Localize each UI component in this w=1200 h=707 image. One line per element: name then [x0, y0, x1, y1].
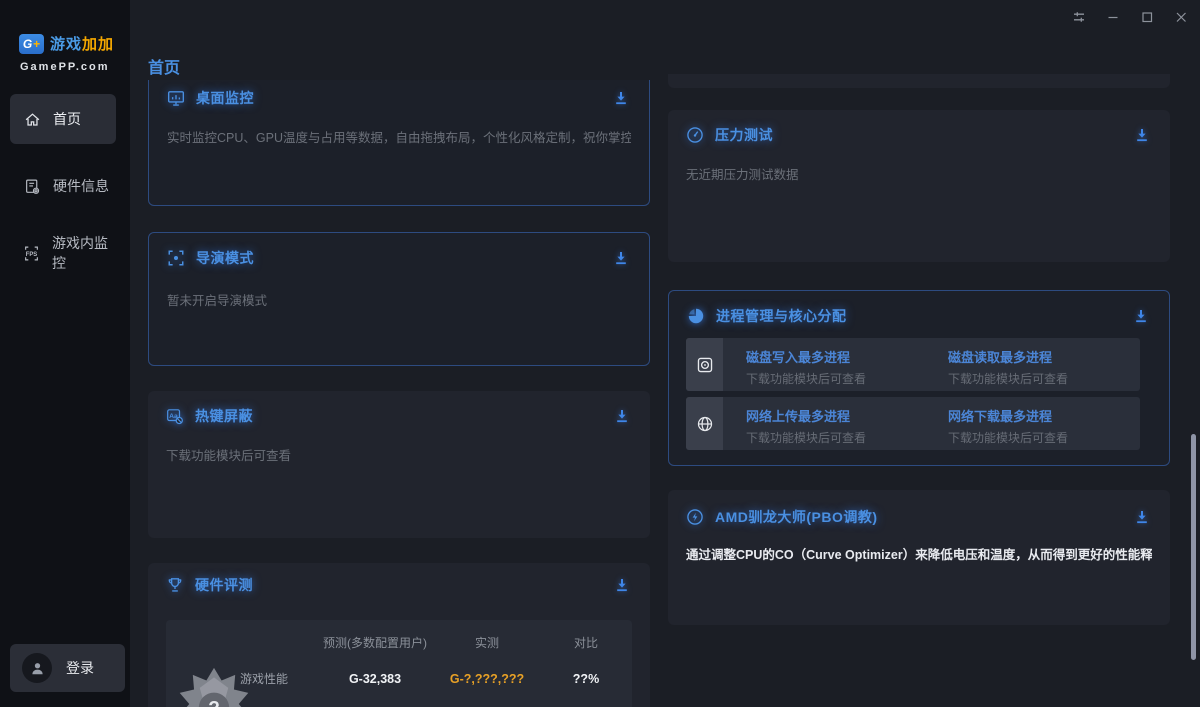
- card-title: 硬件评测: [195, 575, 253, 595]
- col-header-predicted: 预测(多数配置用户): [316, 631, 434, 656]
- net-download-link[interactable]: 网络下载最多进程: [948, 406, 1068, 425]
- col-header-compare: 对比: [540, 631, 632, 656]
- download-icon[interactable]: [613, 90, 629, 106]
- disk-write-link[interactable]: 磁盘写入最多进程: [746, 347, 866, 366]
- network-process-row: 网络上传最多进程 下载功能模块后可查看 网络下载最多进程 下载功能模块后可查看: [686, 397, 1140, 450]
- disk-read-link[interactable]: 磁盘读取最多进程: [948, 347, 1068, 366]
- download-icon[interactable]: [1134, 127, 1150, 143]
- maximize-icon[interactable]: [1136, 6, 1158, 28]
- gauge-icon: [686, 126, 704, 144]
- col-header-measured: 实测: [434, 631, 540, 656]
- card-hardware-review[interactable]: 硬件评测 预测(多数配置用户) 实测 对比 游戏性能 G-32,383 G-?,…: [148, 563, 650, 707]
- app-name: 游戏加加: [50, 33, 114, 54]
- card-description: 下载功能模块后可查看: [166, 445, 632, 464]
- download-icon[interactable]: [1133, 308, 1149, 324]
- hotkey-block-icon: Aa: [166, 407, 184, 425]
- svg-text:FPS: FPS: [26, 251, 38, 257]
- card-partial-above: [668, 74, 1170, 88]
- predicted-value: 22,777: [316, 703, 434, 707]
- card-desktop-monitor[interactable]: 桌面监控 实时监控CPU、GPU温度与占用等数据，自由拖拽布局，个性化风格定制，…: [148, 80, 650, 206]
- measured-value: ???,???: [434, 703, 540, 707]
- sidebar: G+ 游戏加加 GamePP.com 首页 硬件信息 FPS 游戏内: [0, 0, 130, 707]
- window-controls: [1068, 6, 1192, 28]
- card-stress-test[interactable]: 压力测试 无近期压力测试数据: [668, 110, 1170, 262]
- card-director-mode[interactable]: 导演模式 暂未开启导演模式: [148, 232, 650, 366]
- globe-icon: [686, 397, 723, 450]
- disk-icon: [686, 338, 723, 391]
- user-avatar-icon: [22, 653, 52, 683]
- download-icon[interactable]: [614, 577, 630, 593]
- card-description: 实时监控CPU、GPU温度与占用等数据，自由拖拽布局，个性化风格定制，祝你掌控性…: [167, 127, 631, 146]
- card-hotkey-block[interactable]: Aa 热键屏蔽 下载功能模块后可查看: [148, 391, 650, 538]
- home-icon: [23, 110, 41, 128]
- login-button[interactable]: 登录: [10, 644, 125, 692]
- compare-value: ??%: [540, 703, 632, 707]
- card-title: 压力测试: [715, 125, 773, 145]
- measured-value: G-?,???,???: [434, 667, 540, 692]
- card-title: 导演模式: [196, 248, 254, 268]
- lightning-circle-icon: [686, 508, 704, 526]
- sidebar-item-home[interactable]: 首页: [10, 94, 116, 144]
- disk-write-item: 磁盘写入最多进程 下载功能模块后可查看: [746, 347, 866, 387]
- sidebar-item-label: 首页: [53, 109, 81, 129]
- disk-process-row: 磁盘写入最多进程 下载功能模块后可查看 磁盘读取最多进程 下载功能模块后可查看: [686, 338, 1140, 391]
- net-upload-link[interactable]: 网络上传最多进程: [746, 406, 866, 425]
- disk-read-item: 磁盘读取最多进程 下载功能模块后可查看: [948, 347, 1068, 387]
- sidebar-nav: 首页 硬件信息 FPS 游戏内监控: [10, 94, 116, 295]
- trophy-icon: [166, 576, 184, 594]
- hardware-info-icon: [23, 177, 41, 195]
- app-logo: G+ 游戏加加: [19, 33, 114, 54]
- card-title: 桌面监控: [196, 88, 254, 108]
- login-label: 登录: [66, 658, 94, 678]
- rank-badge-icon: ?: [176, 666, 252, 707]
- card-title: AMD驯龙大师(PBO调教): [715, 507, 878, 527]
- card-title: 热键屏蔽: [195, 406, 253, 426]
- page-title: 首页: [148, 54, 180, 78]
- card-description: 无近期压力测试数据: [686, 164, 1152, 183]
- scrollbar-thumb[interactable]: [1191, 434, 1196, 660]
- sidebar-item-label: 硬件信息: [53, 176, 109, 196]
- download-icon[interactable]: [613, 250, 629, 266]
- close-icon[interactable]: [1170, 6, 1192, 28]
- pie-chart-icon: [687, 307, 705, 325]
- card-title: 进程管理与核心分配: [716, 306, 847, 326]
- hardware-review-table: 预测(多数配置用户) 实测 对比 游戏性能 G-32,383 G-?,???,?…: [166, 620, 632, 707]
- card-description: 通过调整CPU的CO（Curve Optimizer）来降低电压和温度，从而得到…: [686, 544, 1152, 563]
- table-header-row: 预测(多数配置用户) 实测 对比: [166, 620, 632, 656]
- gamepp-window: G+ 游戏加加 GamePP.com 首页 硬件信息 FPS 游戏内: [0, 0, 1200, 707]
- net-upload-item: 网络上传最多进程 下载功能模块后可查看: [746, 406, 866, 446]
- sidebar-item-ingame-monitor[interactable]: FPS 游戏内监控: [10, 228, 116, 278]
- card-description: 暂未开启导演模式: [167, 290, 631, 309]
- download-icon[interactable]: [1134, 509, 1150, 525]
- gamepp-logo-icon: G+: [19, 34, 44, 54]
- director-mode-icon: [167, 249, 185, 267]
- svg-text:?: ?: [208, 698, 220, 707]
- minimize-icon[interactable]: [1102, 6, 1124, 28]
- card-process-management[interactable]: 进程管理与核心分配 磁盘写入最多进程 下载功能模块后可查看 磁盘读取最多进程 下…: [668, 290, 1170, 466]
- predicted-value: G-32,383: [316, 667, 434, 692]
- net-download-item: 网络下载最多进程 下载功能模块后可查看: [948, 406, 1068, 446]
- download-icon[interactable]: [614, 408, 630, 424]
- compare-value: ??%: [540, 667, 632, 692]
- card-amd-pbo[interactable]: AMD驯龙大师(PBO调教) 通过调整CPU的CO（Curve Optimize…: [668, 490, 1170, 625]
- app-domain: GamePP.com: [20, 61, 110, 73]
- desktop-monitor-icon: [167, 89, 185, 107]
- fps-monitor-icon: FPS: [23, 244, 40, 262]
- sidebar-item-label: 游戏内监控: [52, 233, 116, 273]
- sliders-icon[interactable]: [1068, 6, 1090, 28]
- sidebar-item-hardware-info[interactable]: 硬件信息: [10, 161, 116, 211]
